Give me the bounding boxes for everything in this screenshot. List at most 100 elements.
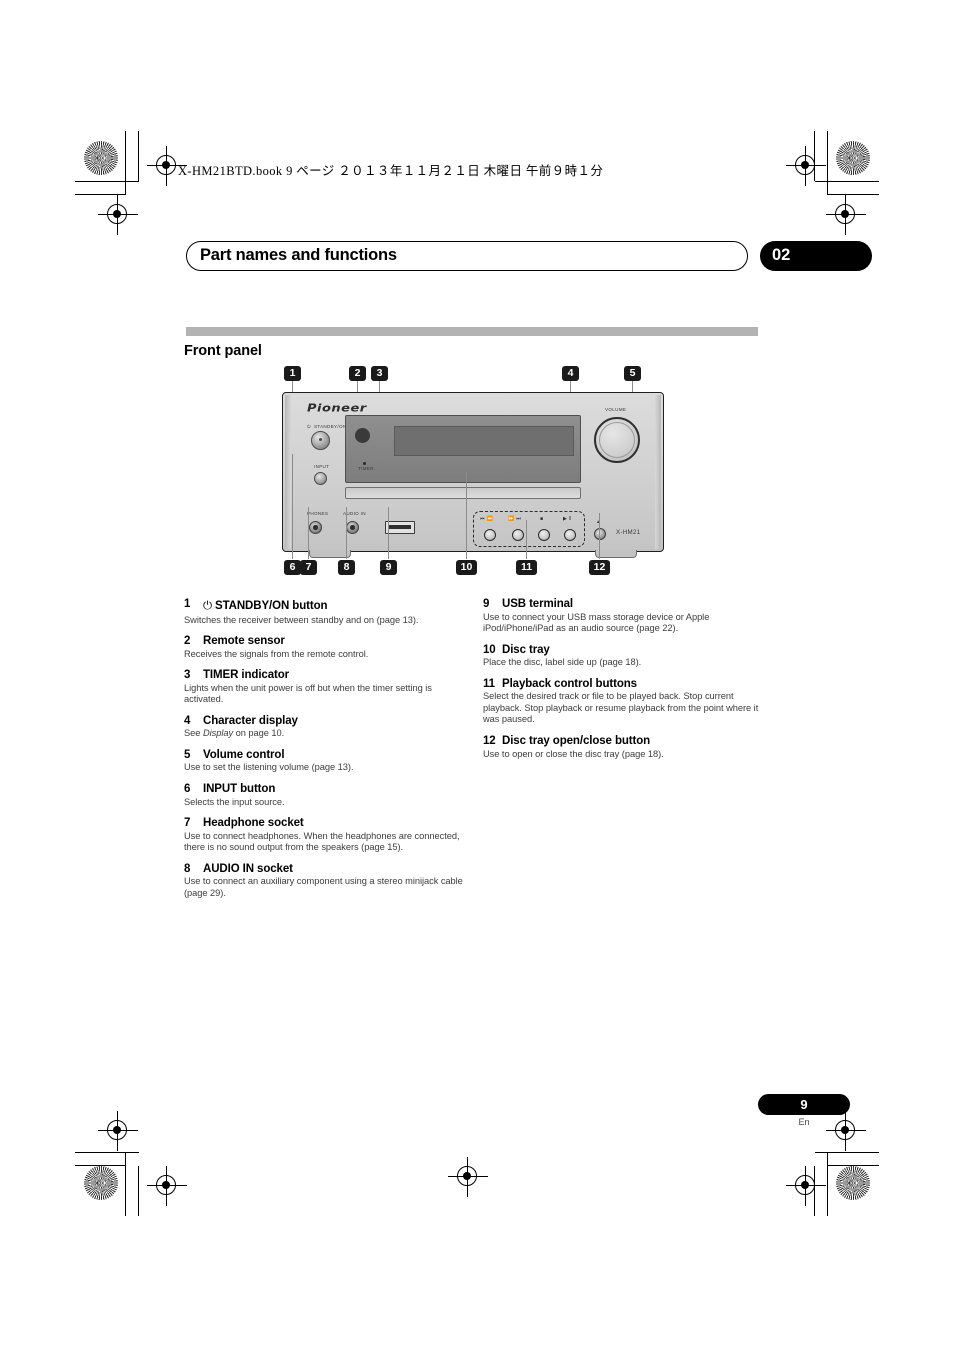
- next-ff-icon: ⏩ ⏭: [508, 516, 522, 522]
- part-description: Use to open or close the disc tray (page…: [483, 748, 664, 759]
- power-icon: ⏻: [203, 598, 212, 612]
- part-description: Place the disc, label side up (page 18).: [483, 657, 642, 668]
- usb-terminal[interactable]: [385, 521, 415, 534]
- part-item-3: 3 TIMER indicator Lights when the unit p…: [184, 669, 470, 706]
- part-title: Remote sensor: [203, 635, 285, 648]
- part-item-11: 11 Playback control buttons Select the d…: [483, 678, 769, 726]
- crop-line: [75, 181, 139, 183]
- panel-foot-right: [595, 550, 637, 558]
- crop-line: [827, 1152, 829, 1216]
- book-file-header: X-HM21BTD.book 9 ページ ２０１３年１１月２１日 木曜日 午前９…: [178, 164, 604, 178]
- disc-tray-open-close-button[interactable]: [594, 528, 606, 540]
- part-heading: 4 Character display: [184, 715, 470, 727]
- part-heading: 9 USB terminal: [483, 598, 769, 610]
- pioneer-logo: Pioneer: [307, 402, 367, 415]
- standby-on-button[interactable]: [311, 431, 330, 450]
- part-description: Receives the signals from the remote con…: [184, 648, 369, 659]
- part-number: 4: [184, 714, 191, 727]
- front-panel-figure: 1 2 3 4 5 Pioneer ⏻ STANDBY/ON INPUT TIME…: [276, 366, 676, 588]
- part-number: 8: [184, 862, 191, 875]
- panel-right-edge: [655, 395, 661, 549]
- registration-mark-bottom-right: [786, 1166, 826, 1206]
- disc-tray[interactable]: [345, 487, 581, 499]
- crop-line: [138, 1166, 140, 1216]
- next-ff-button[interactable]: [512, 529, 524, 541]
- page-title: Part names and functions: [200, 246, 397, 264]
- crop-line: [125, 131, 127, 195]
- part-item-1: 1 ⏻ STANDBY/ON button Switches the receiv…: [184, 598, 470, 626]
- input-label: INPUT: [314, 464, 330, 469]
- playback-control-group: ⏮ ⏪ ⏩ ⏭ ■ ▶ ‖: [473, 511, 585, 547]
- remote-sensor: [355, 428, 370, 443]
- starburst-mark-top-left: [84, 141, 118, 175]
- character-display: [394, 426, 574, 456]
- prev-rew-button[interactable]: [484, 529, 496, 541]
- part-heading: 3 TIMER indicator: [184, 669, 470, 681]
- callout-3: 3: [371, 366, 388, 381]
- registration-mark-bottom-left: [147, 1166, 187, 1206]
- crop-line: [75, 1165, 126, 1167]
- play-pause-button[interactable]: [564, 529, 576, 541]
- input-button[interactable]: [314, 472, 327, 485]
- part-heading: 2 Remote sensor: [184, 635, 470, 647]
- part-item-5: 5 Volume control Use to set the listenin…: [184, 749, 470, 774]
- page-language-code: En: [798, 1117, 810, 1127]
- crop-line: [138, 131, 140, 181]
- registration-mark-bottom-center: [448, 1157, 488, 1197]
- section-divider: [186, 327, 758, 336]
- prev-rew-icon: ⏮ ⏪: [480, 516, 494, 522]
- starburst-mark-bottom-right: [836, 1166, 870, 1200]
- part-title: ⏻ STANDBY/ON button: [203, 598, 328, 612]
- part-description: Use to connect an auxiliary component us…: [184, 876, 463, 898]
- leader-line-6: [292, 454, 293, 559]
- standby-label: ⏻ STANDBY/ON: [307, 424, 347, 430]
- part-number: 12: [483, 735, 496, 748]
- part-item-6: 6 INPUT button Selects the input source.: [184, 783, 470, 808]
- volume-control-knob[interactable]: [594, 417, 640, 463]
- part-description: Use to connect your USB mass storage dev…: [483, 611, 710, 634]
- starburst-mark-bottom-left: [84, 1166, 118, 1200]
- registration-mark-top-right: [786, 146, 826, 186]
- part-heading: 8 AUDIO IN socket: [184, 863, 470, 875]
- part-description: Use to connect headphones. When the head…: [184, 830, 460, 853]
- callout-10: 10: [456, 560, 477, 575]
- leader-line-8: [346, 507, 347, 559]
- part-item-9: 9 USB terminal Use to connect your USB m…: [483, 598, 769, 635]
- chapter-header: Part names and functions 02: [186, 241, 872, 271]
- audio-in-socket[interactable]: [346, 521, 359, 534]
- part-item-2: 2 Remote sensor Receives the signals fro…: [184, 635, 470, 660]
- parts-list-right-column: 9 USB terminal Use to connect your USB m…: [483, 598, 769, 769]
- leader-line-7: [308, 507, 309, 559]
- part-number: 9: [483, 598, 490, 610]
- part-number: 11: [483, 677, 495, 690]
- crop-line: [125, 1152, 127, 1216]
- part-title: AUDIO IN socket: [203, 862, 293, 875]
- part-title: Headphone socket: [203, 817, 304, 830]
- part-title: Disc tray open/close button: [502, 735, 651, 748]
- part-description: Select the desired track or file to be p…: [483, 691, 759, 725]
- registration-mark-left-lower: [98, 1111, 138, 1151]
- callout-2: 2: [349, 366, 366, 381]
- part-item-4: 4 Character display See Display on page …: [184, 715, 470, 740]
- leader-line-11: [526, 520, 527, 559]
- part-title: TIMER indicator: [203, 669, 290, 682]
- registration-mark-right-upper: [826, 195, 866, 235]
- part-item-7: 7 Headphone socket Use to connect headph…: [184, 817, 470, 854]
- part-heading: 6 INPUT button: [184, 783, 470, 795]
- part-heading: 11 Playback control buttons: [483, 678, 769, 690]
- power-icon: ⏻: [307, 425, 311, 430]
- headphone-socket[interactable]: [309, 521, 322, 534]
- callout-12: 12: [589, 560, 610, 575]
- parts-list-left-column: 1 ⏻ STANDBY/ON button Switches the receiv…: [184, 598, 470, 909]
- panel-foot-left: [309, 550, 351, 558]
- part-title: Disc tray: [502, 643, 550, 656]
- crop-line: [75, 1152, 139, 1154]
- callout-4: 4: [562, 366, 579, 381]
- stop-icon: ■: [540, 516, 544, 522]
- timer-label: TIMER: [358, 466, 374, 471]
- part-item-8: 8 AUDIO IN socket Use to connect an auxi…: [184, 863, 470, 900]
- part-description: See Display on page 10.: [184, 728, 285, 739]
- stop-button[interactable]: [538, 529, 550, 541]
- part-heading: 7 Headphone socket: [184, 817, 470, 829]
- panel-left-edge: [285, 395, 291, 549]
